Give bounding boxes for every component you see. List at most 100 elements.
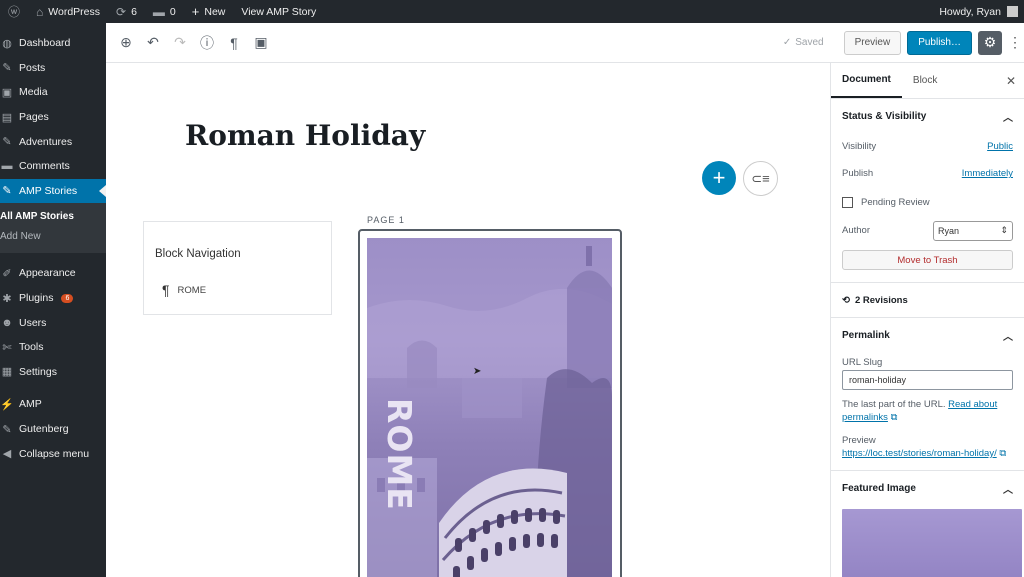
block-inserter-button[interactable]: + [702,161,736,195]
sidebar-item-label: Appearance [19,267,76,280]
sidebar-item-label: Posts [19,61,46,74]
redo-button[interactable]: ↷ [167,30,193,56]
pending-review-row: Pending Review [842,187,1013,217]
site-name-link[interactable]: ⌂ WordPress [28,0,108,23]
publish-label: Publish [842,168,874,179]
preview-button[interactable]: Preview [843,30,902,55]
story-page[interactable]: ROME ➤ [358,229,622,577]
media-icon: ▣ [1,86,13,99]
sidebar-item-tools[interactable]: ✄ Tools [0,335,106,360]
pilcrow-icon: ¶ [162,282,170,298]
status-visibility-toggle[interactable]: Status & Visibility ︿ [842,99,1013,133]
image-icon: ▣ [254,34,268,50]
sidebar-item-collapse-menu[interactable]: ◀ Collapse menu [0,441,106,466]
pilcrow-icon: ¶ [230,34,238,51]
tab-block[interactable]: Block [902,63,948,98]
comments-count: 0 [169,5,176,18]
block-nav-item[interactable]: ¶ ROME [162,282,206,298]
select-arrows-icon: ⇕ [1000,225,1008,235]
featured-image-title: Featured Image [842,482,916,494]
view-story-link[interactable]: View AMP Story [233,0,324,23]
publish-date-toggle[interactable]: Immediately [962,168,1013,179]
sidebar-item-label: Settings [19,365,57,378]
add-block-button[interactable]: ⊕ [113,30,139,56]
collapse-icon: ◀ [2,448,12,461]
updates-count: 6 [131,5,137,18]
post-title[interactable]: Roman Holiday [185,119,425,152]
permalink-title: Permalink [842,329,890,341]
wp-logo-button[interactable]: ⓦ [0,0,28,23]
sidebar-item-posts[interactable]: ✎ Posts [0,56,106,81]
submenu-add-new[interactable]: Add New [0,227,106,247]
publish-button[interactable]: Publish… [907,30,972,55]
pending-review-checkbox[interactable] [842,196,853,208]
sidebar-item-amp-stories[interactable]: ✎ AMP Stories [0,178,106,204]
permalink-toggle[interactable]: Permalink ︿ [842,318,1013,352]
close-sidebar-button[interactable]: ✕ [998,63,1024,98]
plus-circle-icon: ⊕ [120,34,132,50]
url-slug-input[interactable]: roman-holiday [842,370,1013,390]
block-navigation-panel: Block Navigation ¶ ROME [143,221,332,315]
check-icon: ✓ [782,37,792,48]
sidebar-item-label: Gutenberg [19,423,69,436]
dashboard-icon: ◍ [2,37,12,50]
admin-bar: ⓦ ⌂ WordPress ⟳ 6 ▬ 0 + New View AMP Story H… [0,0,1024,23]
revisions-panel: ⟲ 2 Revisions [831,283,1024,318]
sidebar-item-comments[interactable]: ▬ Comments [0,154,106,179]
submenu-all-amp-stories[interactable]: All AMP Stories [0,207,106,227]
page-navigation-toggle[interactable]: ⊂≡ [743,161,778,196]
history-icon: ⟲ [842,294,850,306]
status-visibility-title: Status & Visibility [842,110,927,122]
sidebar-item-media[interactable]: ▣ Media [0,80,106,105]
story-rome-text[interactable]: ROME [380,398,419,511]
story-background-image[interactable]: ROME ➤ [367,238,612,577]
pin-icon: ✎ [2,62,12,75]
comments-link[interactable]: ▬ 0 [145,0,184,23]
undo-icon: ↶ [147,34,159,50]
my-account[interactable]: Howdy, Ryan [939,6,1024,18]
author-row: Author Ryan ⇕ [842,217,1013,244]
undo-button[interactable]: ↶ [140,30,166,56]
sidebar-item-appearance[interactable]: ✐ Appearance [0,261,106,286]
author-label: Author [842,225,870,236]
amp-stories-submenu: All AMP Stories Add New [0,203,106,254]
saved-state: ✓ Saved [783,37,824,48]
pending-review-label: Pending Review [861,196,930,208]
settings-icon: ▦ [1,366,13,379]
tab-document[interactable]: Document [831,63,902,98]
block-navigation-button[interactable]: ¶ [221,30,247,56]
visibility-toggle[interactable]: Public [987,141,1013,152]
howdy-label: Howdy, Ryan [939,5,1001,18]
new-content-link[interactable]: + New [184,0,234,23]
updates-link[interactable]: ⟳ 6 [108,0,145,23]
move-to-trash-button[interactable]: Move to Trash [842,250,1013,270]
featured-image-toggle[interactable]: Featured Image ︿ [842,471,1013,505]
sidebar-item-plugins[interactable]: ✱ Plugins 6 [0,286,106,311]
wrench-icon: ✄ [2,341,12,354]
sidebar-item-pages[interactable]: ▤ Pages [0,105,106,130]
preview-url-link[interactable]: https://loc.test/stories/roman-holiday/ [842,448,997,459]
url-slug-label: URL Slug [842,356,883,368]
sidebar-item-label: Comments [19,160,70,173]
plus-icon: + [712,165,726,190]
settings-button[interactable]: ⚙ [978,30,1002,55]
sidebar-item-adventures[interactable]: ✎ Adventures [0,129,106,154]
sidebar-item-gutenberg[interactable]: ✎ Gutenberg [0,417,106,442]
revisions-link[interactable]: ⟲ 2 Revisions [842,283,1013,317]
sidebar-item-label: Media [19,86,48,99]
updates-icon: ⟳ [116,4,127,19]
sidebar-item-users[interactable]: ☻ Users [0,310,106,335]
sidebar-item-amp[interactable]: ⚡ AMP [0,392,106,417]
visibility-row: Visibility Public [842,133,1013,160]
amp-icon: ⚡ [0,398,14,411]
more-menu-button[interactable]: ⋮ [1008,34,1022,51]
sidebar-item-label: Dashboard [19,37,71,50]
sidebar-item-dashboard[interactable]: ◍ Dashboard [0,31,106,56]
content-info-button[interactable]: ⓘ [194,30,220,56]
media-button[interactable]: ▣ [248,30,274,56]
featured-image-preview[interactable] [842,509,1022,577]
author-select[interactable]: Ryan ⇕ [933,220,1013,241]
sidebar-item-settings[interactable]: ▦ Settings [0,360,106,385]
close-icon: ✕ [1005,73,1016,88]
sidebar-item-label: AMP [19,398,42,411]
